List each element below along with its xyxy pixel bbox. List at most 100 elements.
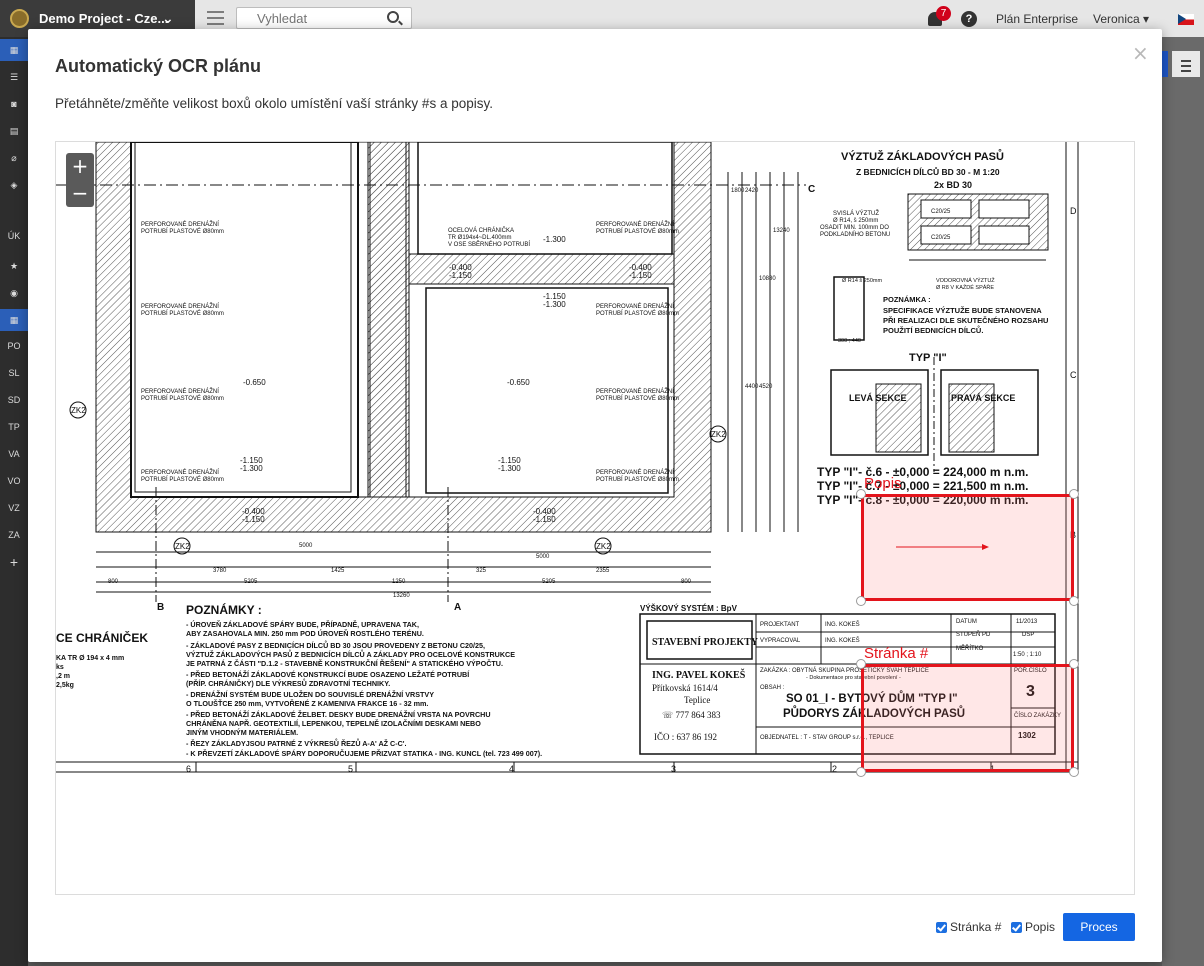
dim-4520: 4520 (759, 384, 773, 390)
search-input[interactable] (237, 8, 377, 28)
resize-handle[interactable] (1069, 489, 1079, 499)
popis-box-label: Popis (864, 475, 902, 492)
sidebar-item-za[interactable]: ZA (0, 524, 28, 546)
dim-1800: 1800 (731, 188, 745, 194)
drain-note-1b: POTRUBÍ PLASTOVÉ Ø80mm (141, 228, 224, 235)
rebar-heading: VÝZTUŽ ZÁKLADOVÝCH PASŮ (841, 149, 1004, 163)
ocel-note-b: TR Ø194x4~DL.400mm (448, 235, 512, 241)
dim-300-440: 300 ; 440 (838, 338, 861, 344)
zoom-in-button[interactable]: + (66, 153, 94, 180)
grid-number: 6 (186, 764, 191, 774)
resize-handle[interactable] (1069, 659, 1079, 669)
sidebar-star-icon[interactable]: ★ (0, 255, 28, 277)
stranka-box-label: Stránka # (864, 645, 929, 662)
czech-flag-icon[interactable] (1178, 14, 1194, 25)
process-button[interactable]: Proces (1063, 913, 1135, 941)
level-label: -1.300 (543, 235, 566, 244)
help-icon[interactable]: ? (961, 11, 977, 27)
ocr-modal: × Automatický OCR plánu Přetáhněte/změňt… (28, 29, 1162, 962)
projektant-value: ING. KOKEŠ (825, 621, 860, 628)
drain-note-3a: PERFOROVANÉ DRENÁŽNÍ (141, 302, 219, 310)
prava-sekce: PRAVÁ SEKCE (951, 393, 1015, 403)
resize-handle[interactable] (856, 596, 866, 606)
popis-ocr-box[interactable]: Popis (861, 475, 1074, 601)
vyskovy-system: VÝŠKOVÝ SYSTÉM : BpV (640, 604, 738, 613)
sidebar-item-vo[interactable]: VO (0, 470, 28, 492)
zoom-out-button[interactable]: − (66, 180, 94, 207)
projektant-label: PROJEKTANT (760, 622, 800, 628)
sidebar-item-po[interactable]: PO (0, 335, 28, 357)
checkbox-checked-icon[interactable] (936, 921, 947, 933)
poznamky-title: POZNÁMKY : (186, 602, 262, 617)
sidebar-camera-icon[interactable]: ◙ (0, 93, 28, 115)
poznamky-line: - PŘED BETONÁŽÍ ZÁKLADOVÉ KONSTRUKCÍ BUD… (186, 670, 470, 679)
poznamky-line: - K PŘEVZETÍ ZÁKLADOVÉ SPÁRY DOPORUČUJEM… (186, 749, 542, 758)
sidebar-list-icon[interactable]: ☰ (0, 66, 28, 88)
vodorovna-line: VODOROVNÁ VÝZTUŽ (936, 276, 995, 284)
resize-handle[interactable] (1069, 596, 1079, 606)
vypracoval-value: ING. KOKEŠ (825, 637, 860, 644)
stranka-ocr-box[interactable]: Stránka # (861, 645, 1074, 772)
level-label: -1.150 (629, 271, 652, 280)
sidebar-eye-icon[interactable]: ◉ (0, 282, 28, 304)
resize-handle[interactable] (1069, 767, 1079, 777)
dim-3780: 3780 (213, 568, 227, 574)
close-icon[interactable]: × (1132, 41, 1149, 65)
drain-note-5a: PERFOROVANÉ DRENÁŽNÍ (141, 387, 219, 395)
plan-label[interactable]: Plán Enterprise (996, 12, 1078, 26)
poznamky-line: - ŘEZY ZÁKLADYJSOU PATRNÉ Z VÝKRESŮ ŘEZŮ… (186, 738, 407, 748)
rebar-subheading: Z BEDNICÍCH DÍLCŮ BD 30 - M 1:20 (856, 166, 1000, 177)
reinf-note-line: SVISLÁ VÝZTUŽ (833, 209, 879, 217)
vypracoval-label: VYPRACOVAL (760, 638, 801, 644)
sidebar-item-tp[interactable]: TP (0, 416, 28, 438)
sidebar-add-icon[interactable]: + (0, 551, 28, 573)
sidebar-item-vz[interactable]: VZ (0, 497, 28, 519)
sidebar-item-sl[interactable]: SL (0, 362, 28, 384)
resize-handle[interactable] (856, 489, 866, 499)
rebar-sub2: 2x BD 30 (934, 180, 972, 190)
sidebar-item-sd[interactable]: SD (0, 389, 28, 411)
poznamky-line: ABY ZASAHOVALA MIN. 250 mm POD ÚROVEŇ RO… (186, 629, 424, 638)
left-sidebar: ▦ ☰ ◙ ▤ ⌀ ◈ ÚK ★ ◉ ▦ PO SL SD TP VA VO V… (0, 37, 28, 966)
search-box (236, 7, 412, 29)
r14-label: Ø R14 š 250mm (842, 278, 882, 284)
level-label: -1.150 (242, 515, 265, 524)
stranka-checkbox[interactable]: Stránka # (936, 920, 1001, 934)
user-menu[interactable]: Veronica ▾ (1093, 12, 1149, 26)
plan-viewer[interactable]: PERFOROVANÉ DRENÁŽNÍ POTRUBÍ PLASTOVÉ Ø8… (55, 141, 1135, 895)
reinf-note-line: PODKLADNÍHO BETONU (820, 231, 890, 238)
dim-2355: 325 (476, 568, 487, 574)
dim-1250: 1250 (392, 579, 406, 585)
sidebar-grid-icon[interactable]: ▦ (0, 309, 28, 331)
ocel-note-c: V OSE SBĚRNÉHO POTRUBÍ (448, 240, 530, 248)
dim-800: 800 (681, 579, 692, 585)
resize-handle[interactable] (856, 659, 866, 669)
poznamky-line: (PŘÍP. CHRÁNIČKY) DLE VÝKRESŮ ZDRAVOTNÍ … (186, 678, 390, 688)
sidebar-plans-icon[interactable]: ▦ (0, 39, 28, 61)
meritko-value: 1:50 ; 1:10 (1013, 652, 1042, 658)
stupen-value: DSP (1022, 632, 1034, 638)
poznamky-line: - DRENÁŽNÍ SYSTÉM BUDE ULOŽEN DO SOUVISL… (186, 690, 434, 699)
sidebar-clipboard-icon[interactable]: ▤ (0, 120, 28, 142)
ico: IČO : 637 86 192 (654, 732, 717, 742)
search-icon[interactable] (387, 11, 399, 23)
resize-handle[interactable] (856, 767, 866, 777)
level-label: -1.300 (543, 300, 566, 309)
sidebar-attachment-icon[interactable]: ⌀ (0, 147, 28, 169)
sidebar-item-va[interactable]: VA (0, 443, 28, 465)
poznamka-line: POUŽITÍ BEDNICÍCH DÍLCŮ. (883, 325, 983, 335)
zk2-label: ZK2 (71, 406, 86, 415)
dim-5000: 5000 (536, 554, 550, 560)
checkbox-checked-icon[interactable] (1011, 921, 1022, 933)
drain-note-3b: POTRUBÍ PLASTOVÉ Ø80mm (141, 310, 224, 317)
sidebar-box-icon[interactable]: ◈ (0, 174, 28, 196)
popis-checkbox[interactable]: Popis (1011, 920, 1055, 934)
dim-1425: 1425 (331, 568, 345, 574)
modal-instruction: Přetáhněte/změňte velikost boxů okolo um… (55, 96, 493, 111)
drain-note-6b: POTRUBÍ PLASTOVÉ Ø80mm (596, 395, 679, 402)
project-logo-icon (10, 9, 29, 28)
dim-13240: 13240 (773, 228, 790, 234)
poznamky-line: JE PATRNÁ Z ČÁSTI "D.1.2 - STAVEBNĚ KONS… (186, 659, 503, 668)
hamburger-menu-icon[interactable] (207, 11, 224, 26)
list-menu-icon[interactable] (1172, 51, 1200, 77)
